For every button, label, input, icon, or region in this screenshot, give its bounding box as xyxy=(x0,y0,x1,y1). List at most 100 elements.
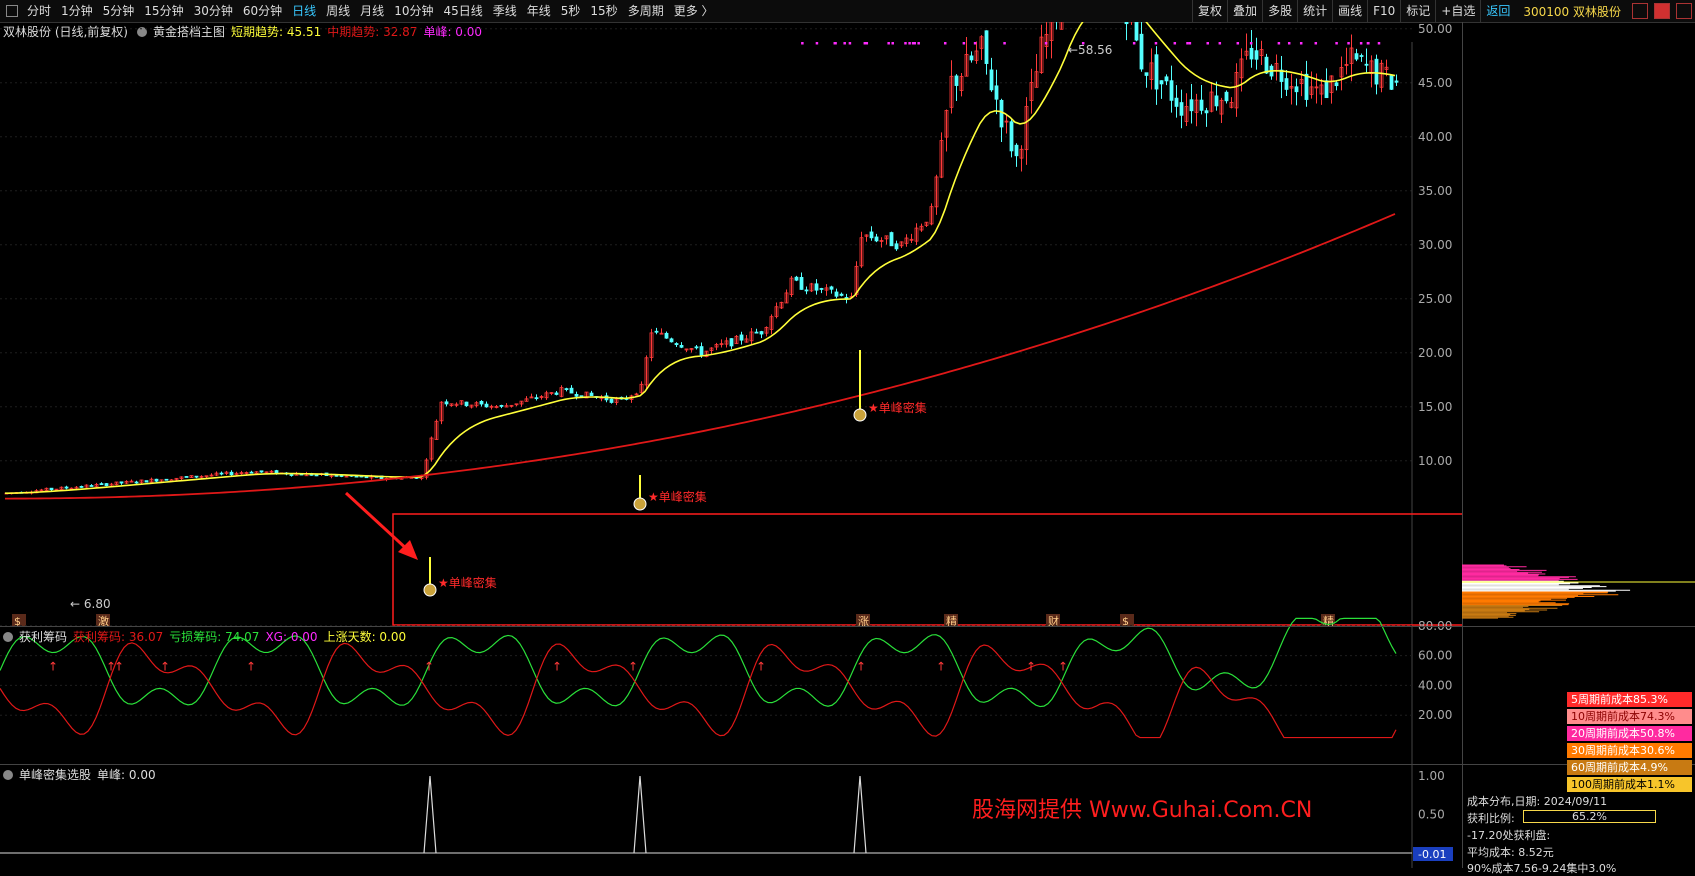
candle-body xyxy=(49,487,54,491)
purple-marker xyxy=(973,42,977,45)
purple-marker xyxy=(1132,42,1136,45)
purple-marker xyxy=(1236,42,1240,45)
period-tab[interactable]: 多周期 xyxy=(623,0,669,22)
period-tab[interactable]: 分时 xyxy=(22,0,56,22)
period-tab[interactable]: 15分钟 xyxy=(139,0,188,22)
candle-body xyxy=(1009,121,1014,152)
candle-body xyxy=(874,236,879,242)
loss-chips-label: 亏损筹码: 74.07 xyxy=(169,630,260,644)
candle-body xyxy=(169,479,174,482)
purple-marker xyxy=(1188,42,1192,45)
price-tick-label: 20.00 xyxy=(1418,346,1452,360)
period-tab[interactable]: 45日线 xyxy=(438,0,487,22)
peak-spike xyxy=(853,775,867,854)
candle-body xyxy=(1294,86,1299,93)
toolbar-action-button[interactable]: 标记 xyxy=(1400,0,1435,22)
period-tab[interactable]: 季线 xyxy=(488,0,522,22)
layout-icon[interactable] xyxy=(1676,3,1692,19)
period-tab[interactable]: 60分钟 xyxy=(238,0,287,22)
profit-at-price: -17.20处获利盘: xyxy=(1467,829,1551,842)
toolbar-action-button[interactable]: 多股 xyxy=(1262,0,1297,22)
candle-body xyxy=(1389,75,1394,90)
toolbar-action-button[interactable]: +自选 xyxy=(1435,0,1480,22)
candle-body xyxy=(194,475,199,478)
candle-body xyxy=(1204,110,1209,114)
candle-body xyxy=(1354,53,1359,60)
purple-marker xyxy=(913,42,916,45)
candle-body xyxy=(829,286,834,290)
purple-marker xyxy=(887,42,890,45)
candle-body xyxy=(464,401,469,407)
period-tab[interactable]: 5分钟 xyxy=(98,0,140,22)
flag-icon[interactable] xyxy=(1654,3,1670,19)
purple-marker xyxy=(908,42,911,45)
candle-body xyxy=(839,293,844,296)
candle-body xyxy=(104,483,109,487)
panel-divider xyxy=(0,764,1695,765)
period-tab[interactable]: 10分钟 xyxy=(389,0,438,22)
toolbar-action-button[interactable]: 返回 xyxy=(1480,0,1515,22)
purple-marker xyxy=(801,42,804,45)
buy-arrow-icon: ↑ xyxy=(756,660,766,674)
candle-body xyxy=(1254,50,1259,60)
period-tab[interactable]: 30分钟 xyxy=(189,0,238,22)
candle-body xyxy=(1394,80,1399,83)
period-tab[interactable]: 15秒 xyxy=(585,0,622,22)
indicator-settings-icon[interactable] xyxy=(3,770,13,780)
profit-panel-header: 获利筹码 获利筹码: 36.07 亏损筹码: 74.07 XG: 0.00 上涨天数: … xyxy=(0,628,412,646)
candle-body xyxy=(729,338,734,347)
indicator-settings-icon[interactable] xyxy=(3,632,13,642)
money-bag-icon xyxy=(423,583,437,597)
candle-body xyxy=(1374,58,1379,85)
peak-value-label: 单峰: 0.00 xyxy=(97,768,156,782)
cost-90-range: 90%成本7.56-9.24集中3.0% xyxy=(1467,862,1617,875)
candle-body xyxy=(1014,144,1019,157)
candle-body xyxy=(154,478,159,482)
candle-body xyxy=(759,331,764,335)
cost-box: 60周期前成本4.9% xyxy=(1567,760,1692,775)
profit-tick-label: 20.00 xyxy=(1418,708,1452,722)
candle-body xyxy=(1124,22,1129,25)
cost-box: 10周期前成本74.3% xyxy=(1567,709,1692,724)
period-tab[interactable]: 月线 xyxy=(355,0,389,22)
purple-marker xyxy=(815,42,819,45)
candle-body xyxy=(249,471,254,474)
buy-arrow-icon: ↑ xyxy=(160,660,170,674)
period-tab[interactable]: 1分钟 xyxy=(56,0,98,22)
toolbar-action-button[interactable]: 画线 xyxy=(1332,0,1367,22)
peak-tick-label: 0.50 xyxy=(1418,808,1445,822)
toolbar-action-button[interactable]: 叠加 xyxy=(1227,0,1262,22)
purple-marker xyxy=(1367,42,1370,45)
buy-arrow-icon: ↑ xyxy=(48,660,58,674)
candle-body xyxy=(1174,97,1179,107)
toolbar-action-button[interactable]: F10 xyxy=(1367,0,1400,22)
candle-body xyxy=(444,401,449,405)
toolbar-action-button[interactable]: 统计 xyxy=(1297,0,1332,22)
menu-square-icon[interactable] xyxy=(6,5,18,17)
candle-body xyxy=(989,69,994,91)
price-tick-label: 35.00 xyxy=(1418,184,1452,198)
toolbar-action-button[interactable]: 复权 xyxy=(1192,0,1227,22)
profit-panel-title[interactable]: 获利筹码 xyxy=(19,630,67,644)
chart-canvas[interactable]: 55.0050.0045.0040.0035.0030.0025.0020.00… xyxy=(0,22,1462,868)
period-tab[interactable]: 更多 〉 xyxy=(669,0,719,22)
candle-body xyxy=(679,344,684,348)
period-tab[interactable]: 日线 xyxy=(287,0,321,22)
candle-body xyxy=(664,332,669,339)
candle-body xyxy=(1139,33,1144,70)
purple-marker xyxy=(1044,42,1048,45)
candle-body xyxy=(79,486,84,488)
purple-marker xyxy=(1186,42,1189,45)
period-tab[interactable]: 周线 xyxy=(321,0,355,22)
period-tabs: 分时 1分钟 5分钟 15分钟 30分钟 60分钟 日线 周线 月线 10分钟 45日线 季线 年线 5秒… xyxy=(22,0,719,22)
buy-arrow-icon: ↑ xyxy=(856,660,866,674)
purple-marker xyxy=(1081,42,1085,45)
peak-panel-title[interactable]: 单峰密集选股 xyxy=(19,768,91,782)
purple-marker xyxy=(1003,42,1006,45)
short-trend-line xyxy=(4,22,1396,494)
window-icon[interactable] xyxy=(1632,3,1648,19)
period-tab[interactable]: 5秒 xyxy=(556,0,586,22)
period-tab[interactable]: 年线 xyxy=(522,0,556,22)
candle-body xyxy=(804,289,809,292)
candle-body xyxy=(1364,63,1369,66)
